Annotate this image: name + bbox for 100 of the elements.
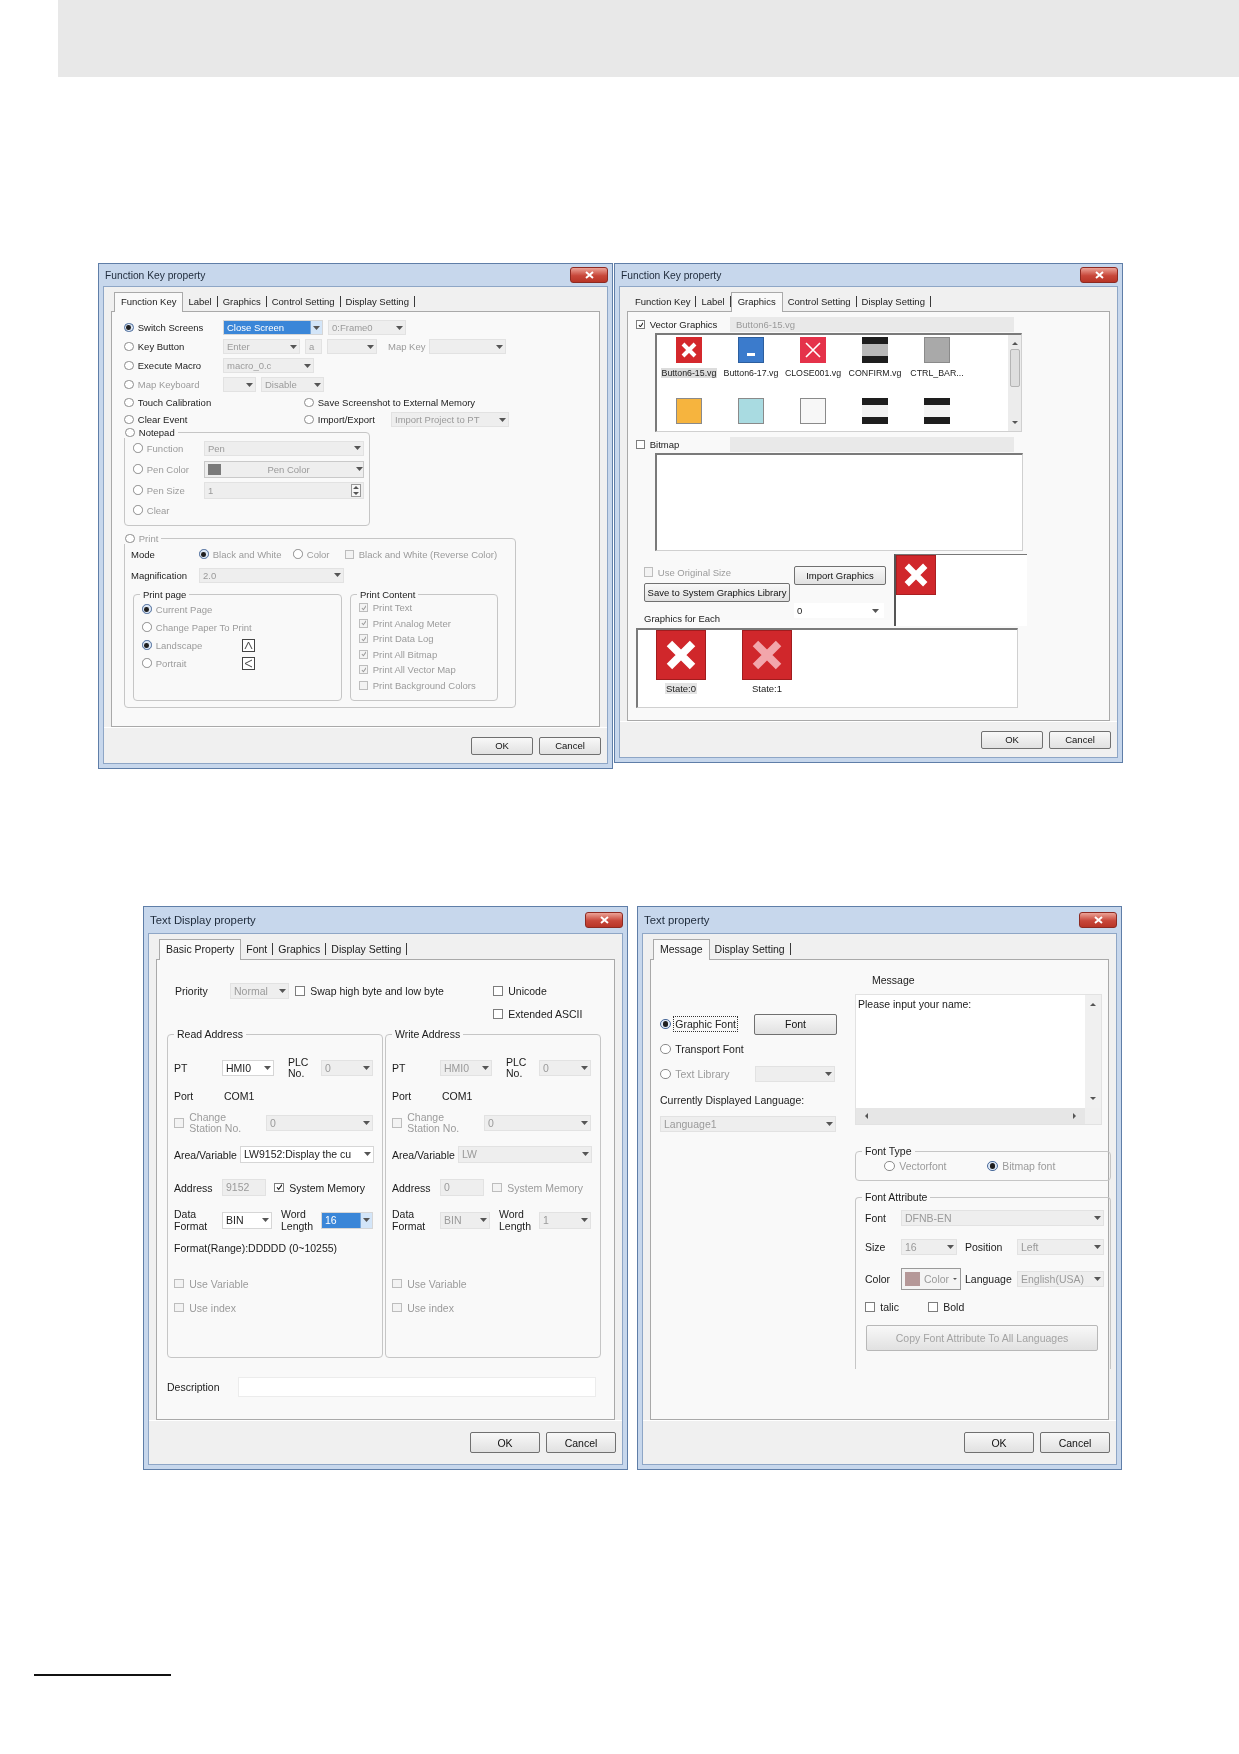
close-button[interactable] [570, 267, 608, 283]
dropdown[interactable]: Close Screen [223, 319, 323, 336]
check-icon [360, 651, 367, 658]
file-name[interactable]: CLOSE001.vg [783, 368, 843, 378]
tab[interactable]: Function Key [630, 296, 697, 307]
field-label: Map Key [388, 341, 426, 352]
cancel-button[interactable]: Cancel [539, 736, 601, 755]
tab[interactable]: Label [183, 296, 218, 307]
tab[interactable]: Display Setting [709, 943, 791, 955]
state-label[interactable]: State:1 [750, 683, 784, 694]
dropdown[interactable]: LW9152:Display the cu [240, 1146, 374, 1163]
radio-option[interactable]: Graphic Font [660, 1018, 736, 1030]
tab[interactable]: Control Setting [266, 296, 341, 307]
dropdown[interactable]: 0 [794, 603, 884, 618]
caret-icon [362, 1121, 370, 1125]
checkbox-option[interactable]: Bitmap [636, 439, 680, 450]
graphic-thumbnail[interactable] [862, 337, 888, 363]
caret-icon [333, 573, 341, 578]
radio-option[interactable]: Switch Screens [124, 322, 204, 333]
field-label: Mode [131, 548, 155, 560]
radio-option[interactable]: Touch Calibration [124, 397, 212, 408]
window-title: Text property [644, 914, 710, 926]
checkbox-option[interactable]: Extended ASCII [493, 1008, 583, 1020]
checkbox-option[interactable]: Vector Graphics [636, 319, 718, 330]
close-button[interactable] [585, 912, 623, 928]
font-button[interactable]: Font [754, 1013, 837, 1035]
field-label: Position [965, 1241, 1003, 1253]
ok-button[interactable]: OK [964, 1432, 1034, 1453]
color-dropdown[interactable]: Color [901, 1268, 961, 1290]
close-icon [599, 916, 609, 924]
checkbox-option[interactable]: System Memory [274, 1181, 366, 1194]
close-icon [584, 271, 594, 279]
window-title: Text Display property [150, 914, 256, 926]
caret-icon [580, 1121, 588, 1125]
graphic-thumbnail[interactable] [738, 337, 764, 363]
import-button[interactable]: Import Graphics [794, 566, 886, 585]
checkbox-option[interactable]: Unicode [493, 985, 547, 997]
field-label: PT [392, 1062, 406, 1074]
cancel-button[interactable]: Cancel [546, 1432, 616, 1453]
radio-option[interactable]: Save Screenshot to External Memory [304, 397, 476, 408]
path-field[interactable] [730, 437, 1014, 452]
close-button[interactable] [1079, 912, 1117, 928]
tab[interactable]: Graphics [217, 296, 267, 307]
graphic-thumbnail[interactable] [924, 337, 950, 363]
caret-icon [581, 1152, 589, 1157]
graphic-thumbnail[interactable] [862, 398, 888, 424]
radio-option[interactable]: Import/Export [304, 414, 375, 425]
checkbox-option[interactable]: talic [865, 1301, 899, 1313]
dropdown[interactable]: 16 [321, 1212, 373, 1229]
field-label: Color [865, 1273, 891, 1285]
radio-option[interactable]: Execute Macro [124, 360, 202, 371]
graphic-thumbnail[interactable] [800, 398, 826, 424]
graphic-thumbnail[interactable] [924, 398, 950, 424]
file-name[interactable]: Button6-15.vg [660, 368, 718, 378]
ok-button[interactable]: OK [470, 1432, 540, 1453]
state-label[interactable]: State:0 [664, 683, 698, 694]
radio-option[interactable]: Clear Event [124, 414, 188, 425]
tab[interactable]: Graphics [730, 292, 783, 312]
tab[interactable]: Control Setting [782, 296, 857, 307]
ok-button[interactable]: OK [471, 736, 533, 755]
tab[interactable]: Basic Property [159, 939, 242, 960]
graphic-thumbnail[interactable] [676, 337, 702, 363]
message-field[interactable]: Please input your name: [856, 995, 1085, 1108]
checkbox-option[interactable]: Bold [928, 1301, 965, 1313]
graphic-thumbnail[interactable] [800, 337, 826, 363]
close-button[interactable] [1080, 267, 1118, 283]
horizontal-scrollbar[interactable] [856, 1108, 1085, 1124]
cancel-button[interactable]: Cancel [1049, 730, 1111, 749]
tab[interactable]: Message [653, 939, 710, 960]
tab[interactable]: Graphics [273, 943, 327, 955]
checkbox-option[interactable]: Swap high byte and low byte [295, 985, 444, 997]
tab[interactable]: Display Setting [856, 296, 931, 307]
field-label: Address [174, 1181, 213, 1194]
tab[interactable]: Display Setting [340, 296, 415, 307]
file-name[interactable]: CTRL_BAR... [909, 368, 965, 378]
tab[interactable]: Label [696, 296, 731, 307]
caret-icon [1093, 1245, 1101, 1249]
radio-option[interactable]: Key Button [124, 341, 185, 352]
file-name-field[interactable]: Button6-15.vg [730, 317, 1014, 332]
radio-option[interactable]: Notepad [125, 427, 175, 439]
field-label: Font [865, 1212, 886, 1224]
cancel-button[interactable]: Cancel [1040, 1432, 1110, 1453]
field-label: COM1 [224, 1090, 255, 1102]
vertical-scrollbar[interactable] [1008, 335, 1021, 431]
field-label: Word Length [281, 1209, 315, 1232]
portrait-page-icon [242, 656, 255, 670]
radio-option[interactable]: Transport Font [660, 1043, 744, 1055]
tab[interactable]: Display Setting [326, 943, 408, 955]
dropdown[interactable]: BIN [222, 1212, 272, 1229]
graphic-thumbnail[interactable] [738, 398, 764, 424]
group-title: Write Address [394, 1028, 462, 1040]
ok-button[interactable]: OK [981, 730, 1043, 749]
graphic-thumbnail[interactable] [676, 398, 702, 424]
save-button[interactable]: Save to System Graphics Library [644, 583, 790, 602]
caret-icon [366, 344, 374, 349]
tab[interactable]: Function Key [114, 292, 184, 312]
file-name[interactable]: Button6-17.vg [722, 368, 780, 378]
tab[interactable]: Font [241, 943, 274, 955]
file-name[interactable]: CONFIRM.vg [847, 368, 903, 378]
dropdown[interactable]: HMI0 [222, 1059, 274, 1077]
